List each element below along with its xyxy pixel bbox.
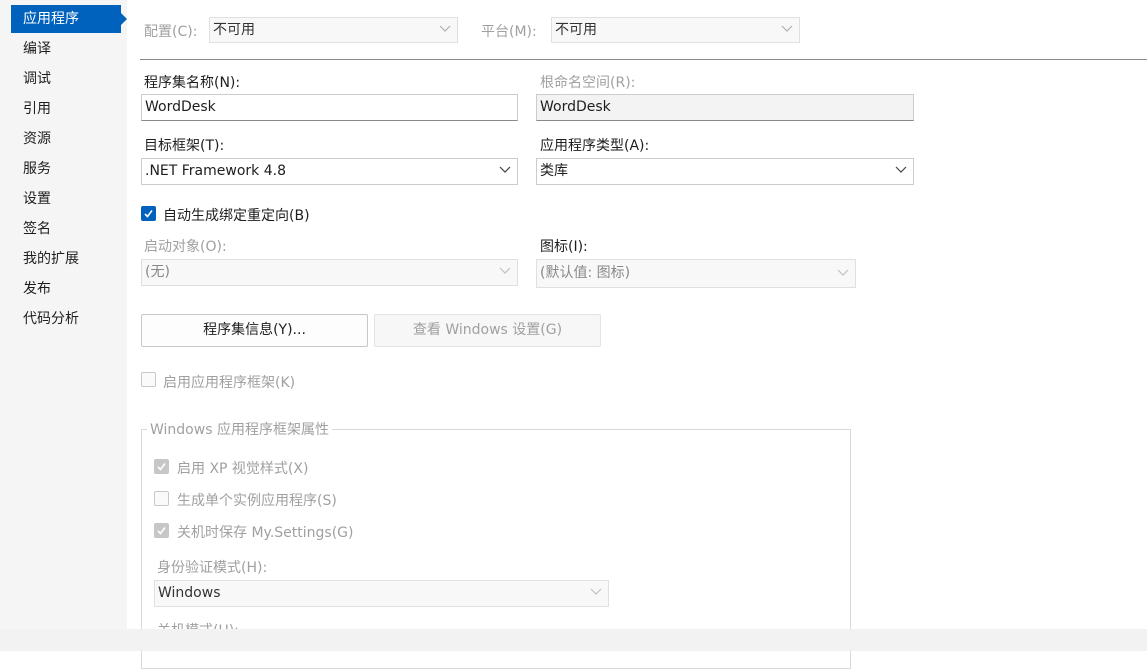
sidebar: 应用程序 编译 调试 引用 资源 服务 设置 签名 我的扩展 发布 代码分析	[0, 0, 127, 651]
view-windows-settings-button[interactable]: 查看 Windows 设置(G)	[374, 314, 601, 347]
assembly-name-input[interactable]: WordDesk	[141, 94, 518, 121]
icon-select[interactable]: (默认值: 图标)	[536, 259, 856, 288]
sidebar-item-code-analysis[interactable]: 代码分析	[11, 305, 117, 333]
sidebar-item-signing[interactable]: 签名	[11, 215, 117, 243]
target-framework-select[interactable]: .NET Framework 4.8	[141, 158, 518, 185]
assembly-name-label: 程序集名称(N):	[144, 75, 241, 91]
platform-label: 平台(M):	[481, 24, 537, 40]
check-icon	[157, 527, 166, 535]
auto-binding-checkbox[interactable]	[141, 206, 156, 221]
app-type-label: 应用程序类型(A):	[540, 138, 650, 154]
config-value: 不可用	[213, 22, 255, 38]
icon-value: (默认值: 图标)	[540, 265, 631, 281]
chevron-down-icon	[837, 260, 849, 284]
sidebar-item-publish[interactable]: 发布	[11, 275, 117, 303]
sidebar-item-services[interactable]: 服务	[11, 155, 117, 183]
root-namespace-input[interactable]: WordDesk	[536, 94, 914, 121]
enable-framework-label: 启用应用程序框架(K)	[163, 375, 296, 391]
auth-mode-label: 身份验证模式(H):	[157, 560, 268, 576]
sidebar-item-resources[interactable]: 资源	[11, 125, 117, 153]
config-label: 配置(C):	[144, 24, 198, 40]
check-icon	[144, 210, 153, 218]
single-instance-label: 生成单个实例应用程序(S)	[177, 493, 337, 509]
root-namespace-label: 根命名空间(R):	[540, 75, 636, 91]
auth-mode-select[interactable]: Windows	[154, 580, 609, 607]
chevron-down-icon	[895, 159, 907, 183]
sidebar-item-debug[interactable]: 调试	[11, 65, 117, 93]
platform-select[interactable]: 不可用	[551, 17, 800, 43]
assembly-info-button[interactable]: 程序集信息(Y)...	[141, 314, 368, 347]
target-framework-label: 目标框架(T):	[144, 138, 225, 154]
check-icon	[157, 463, 166, 471]
config-select[interactable]: 不可用	[209, 17, 458, 43]
enable-framework-checkbox[interactable]	[141, 372, 156, 387]
assembly-name-value: WordDesk	[145, 99, 216, 115]
auto-binding-label: 自动生成绑定重定向(B)	[163, 208, 310, 224]
app-type-select[interactable]: 类库	[536, 158, 914, 185]
root-namespace-value: WordDesk	[540, 99, 611, 115]
chevron-down-icon	[781, 18, 793, 42]
sidebar-item-my-extensions[interactable]: 我的扩展	[11, 245, 117, 273]
sidebar-item-settings[interactable]: 设置	[11, 185, 117, 213]
platform-value: 不可用	[555, 22, 597, 38]
divider	[140, 59, 1147, 60]
chevron-down-icon	[499, 159, 511, 183]
xp-styles-label: 启用 XP 视觉样式(X)	[177, 461, 309, 477]
xp-styles-checkbox[interactable]	[154, 459, 169, 474]
bottom-strip	[0, 629, 1147, 651]
startup-object-value: (无)	[145, 264, 170, 280]
save-settings-checkbox[interactable]	[154, 523, 169, 538]
sidebar-item-references[interactable]: 引用	[11, 95, 117, 123]
startup-object-select[interactable]: (无)	[141, 259, 518, 286]
icon-label: 图标(I):	[540, 239, 588, 255]
chevron-down-icon	[590, 581, 602, 605]
sidebar-item-compile[interactable]: 编译	[11, 35, 117, 63]
auth-mode-value: Windows	[158, 585, 221, 601]
chevron-down-icon	[439, 18, 451, 42]
save-settings-label: 关机时保存 My.Settings(G)	[177, 525, 354, 541]
app-type-value: 类库	[540, 163, 568, 179]
framework-group-title: Windows 应用程序框架属性	[147, 419, 332, 439]
sidebar-item-application[interactable]: 应用程序	[11, 5, 127, 33]
target-framework-value: .NET Framework 4.8	[145, 163, 286, 179]
startup-object-label: 启动对象(O):	[144, 239, 227, 255]
single-instance-checkbox[interactable]	[154, 491, 169, 506]
chevron-down-icon	[499, 260, 511, 284]
